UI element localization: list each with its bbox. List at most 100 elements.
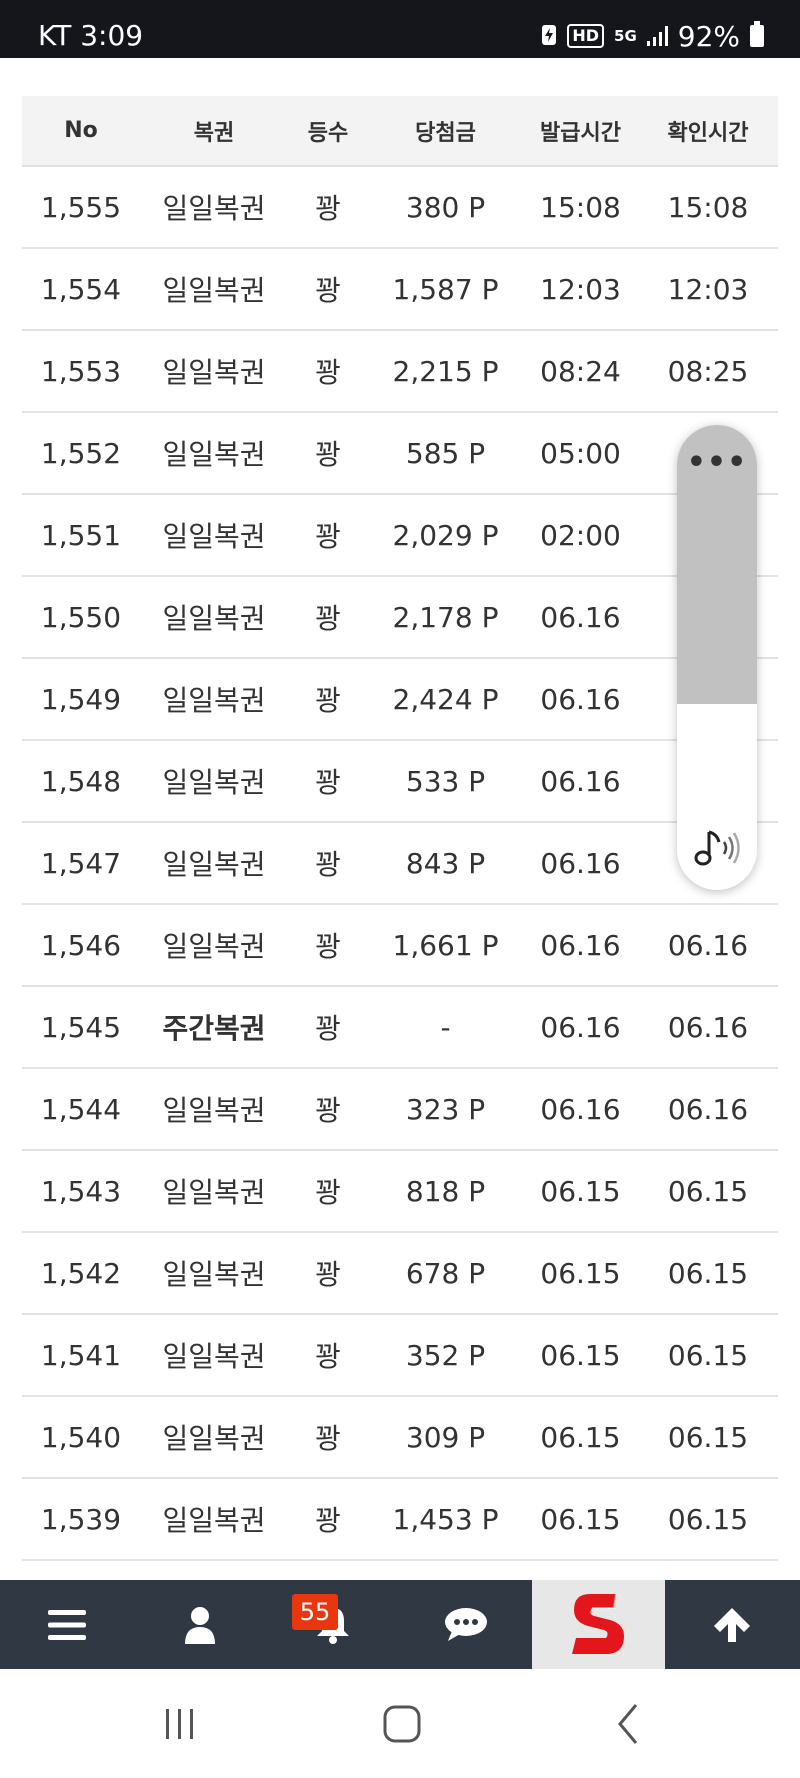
cell-checked-time: 06.15 <box>667 1174 749 1208</box>
cell-no: 1,541 <box>40 1338 122 1372</box>
more-options-icon[interactable]: ••• <box>677 448 757 478</box>
cell-prize: 818 P <box>405 1174 486 1208</box>
cell-issued-time: 02:00 <box>540 518 621 552</box>
cell-issued-time: 06.15 <box>540 1502 621 1536</box>
menu-icon <box>47 1609 86 1640</box>
cell-checked-time: 06.15 <box>667 1502 749 1536</box>
table-row[interactable]: 1,552일일복권꽝585 P05:000 <box>22 413 778 495</box>
table-row[interactable]: 1,544 일일복권 꽝 323 P 06.16 06.16 <box>22 1069 778 1151</box>
back-icon[interactable] <box>608 1699 648 1749</box>
cell-issued-time: 06.15 <box>540 1420 621 1454</box>
cell-lottery-type: 일일복권 <box>162 274 266 307</box>
cell-rank: 꽝 <box>315 1258 341 1291</box>
table-row[interactable]: 1,546 일일복권 꽝 1,661 P 06.16 06.16 <box>22 905 778 987</box>
cell-issued-time: 06.15 <box>540 1174 621 1208</box>
lottery-history-table: No 복권 등수 당첨금 발급시간 확인시간 1,555 일일복권 꽝 380 P 15… <box>22 96 778 1561</box>
cell-prize: - <box>440 1010 451 1044</box>
cell-issued-time: 06.16 <box>540 764 621 798</box>
cell-prize: 2,215 P <box>392 354 499 388</box>
cell-lottery-type: 일일복권 <box>162 1422 266 1455</box>
cell-lottery-type: 일일복권 <box>162 520 266 553</box>
volume-panel[interactable]: ••• <box>677 425 757 890</box>
recent-apps-icon[interactable] <box>160 1699 200 1749</box>
cell-issued-time: 06.16 <box>540 1010 621 1044</box>
profile-button[interactable] <box>133 1580 266 1669</box>
cell-lottery-type: 주간복권 <box>162 1012 266 1045</box>
cell-checked-time: 15:08 <box>667 190 749 224</box>
header-no: No <box>64 118 98 143</box>
table-row[interactable]: 1,547일일복권꽝843 P06.160 <box>22 823 778 905</box>
table-row[interactable]: 1,540 일일복권 꽝 309 P 06.15 06.15 <box>22 1397 778 1479</box>
site-logo <box>571 1593 624 1654</box>
cell-prize: 380 P <box>405 190 486 224</box>
cell-lottery-type: 일일복권 <box>162 930 266 963</box>
cell-issued-time: 06.16 <box>540 928 621 962</box>
cell-lottery-type: 일일복권 <box>162 684 266 717</box>
table-body: 1,555 일일복권 꽝 380 P 15:08 15:08 1,554 일일복권 꽝 1,587… <box>22 167 778 1561</box>
cell-rank: 꽝 <box>315 1504 341 1537</box>
chat-button[interactable] <box>399 1580 532 1669</box>
cell-issued-time: 08:24 <box>540 354 621 388</box>
scroll-top-button[interactable] <box>665 1580 798 1669</box>
header-lottery: 복권 <box>193 120 235 146</box>
cell-rank: 꽝 <box>315 1340 341 1373</box>
cell-lottery-type: 일일복권 <box>162 192 266 225</box>
cell-no: 1,548 <box>40 764 122 798</box>
cell-no: 1,542 <box>40 1256 122 1290</box>
cell-rank: 꽝 <box>315 602 341 635</box>
table-row[interactable]: 1,550일일복권꽝2,178 P06.160 <box>22 577 778 659</box>
cell-checked-time: 06.16 <box>667 928 749 962</box>
cell-rank: 꽝 <box>315 438 341 471</box>
carrier-time: KT 3:09 <box>38 19 144 52</box>
site-logo-button[interactable] <box>532 1580 665 1669</box>
cell-issued-time: 06.16 <box>540 1092 621 1126</box>
table-row[interactable]: 1,553 일일복권 꽝 2,215 P 08:24 08:25 <box>22 331 778 413</box>
cell-issued-time: 12:03 <box>540 272 621 306</box>
cell-prize: 533 P <box>405 764 486 798</box>
music-note-volume-icon[interactable] <box>691 824 743 872</box>
table-row[interactable]: 1,545 주간복권 꽝 - 06.16 06.16 <box>22 987 778 1069</box>
cell-prize: 843 P <box>405 846 486 880</box>
cell-rank: 꽝 <box>315 520 341 553</box>
table-row[interactable]: 1,541 일일복권 꽝 352 P 06.15 06.15 <box>22 1315 778 1397</box>
bottom-navigation <box>0 1580 800 1669</box>
cell-rank: 꽝 <box>315 684 341 717</box>
chat-icon <box>444 1607 487 1641</box>
cell-prize: 352 P <box>405 1338 486 1372</box>
cell-rank: 꽝 <box>315 930 341 963</box>
cell-lottery-type: 일일복권 <box>162 438 266 471</box>
cell-issued-time: 06.16 <box>540 600 621 634</box>
cell-lottery-type: 일일복권 <box>162 1176 266 1209</box>
cell-checked-time: 12:03 <box>667 272 749 306</box>
charging-icon <box>541 20 557 53</box>
signal-icon <box>646 26 668 46</box>
table-row[interactable]: 1,551일일복권꽝2,029 P02:000 <box>22 495 778 577</box>
cell-lottery-type: 일일복권 <box>162 1504 266 1537</box>
header-checked-time: 확인시간 <box>667 120 749 146</box>
header-rank: 등수 <box>307 120 349 146</box>
cell-no: 1,554 <box>40 272 122 306</box>
table-row[interactable]: 1,555 일일복권 꽝 380 P 15:08 15:08 <box>22 167 778 249</box>
table-row[interactable]: 1,543 일일복권 꽝 818 P 06.15 06.15 <box>22 1151 778 1233</box>
arrow-up-icon <box>713 1607 750 1642</box>
menu-button[interactable] <box>0 1580 133 1669</box>
cell-prize: 309 P <box>405 1420 486 1454</box>
cell-checked-time: 06.15 <box>667 1338 749 1372</box>
table-row[interactable]: 1,549일일복권꽝2,424 P06.160 <box>22 659 778 741</box>
table-row[interactable]: 1,554 일일복권 꽝 1,587 P 12:03 12:03 <box>22 249 778 331</box>
table-row[interactable]: 1,539 일일복권 꽝 1,453 P 06.15 06.15 <box>22 1479 778 1561</box>
cell-checked-time: 06.16 <box>667 1092 749 1126</box>
cell-no: 1,540 <box>40 1420 122 1454</box>
table-row[interactable]: 1,542 일일복권 꽝 678 P 06.15 06.15 <box>22 1233 778 1315</box>
cell-prize: 1,661 P <box>392 928 499 962</box>
cell-checked-time: 08:25 <box>667 354 749 388</box>
home-icon[interactable] <box>380 1699 424 1749</box>
header-issued-time: 발급시간 <box>540 120 621 146</box>
table-row[interactable]: 1,548일일복권꽝533 P06.160 <box>22 741 778 823</box>
cell-rank: 꽝 <box>315 1422 341 1455</box>
status-icons: HD 5G 92% <box>541 0 764 58</box>
cell-rank: 꽝 <box>315 192 341 225</box>
cell-issued-time: 06.16 <box>540 846 621 880</box>
cell-rank: 꽝 <box>315 848 341 881</box>
cell-checked-time: 06.16 <box>667 1010 749 1044</box>
